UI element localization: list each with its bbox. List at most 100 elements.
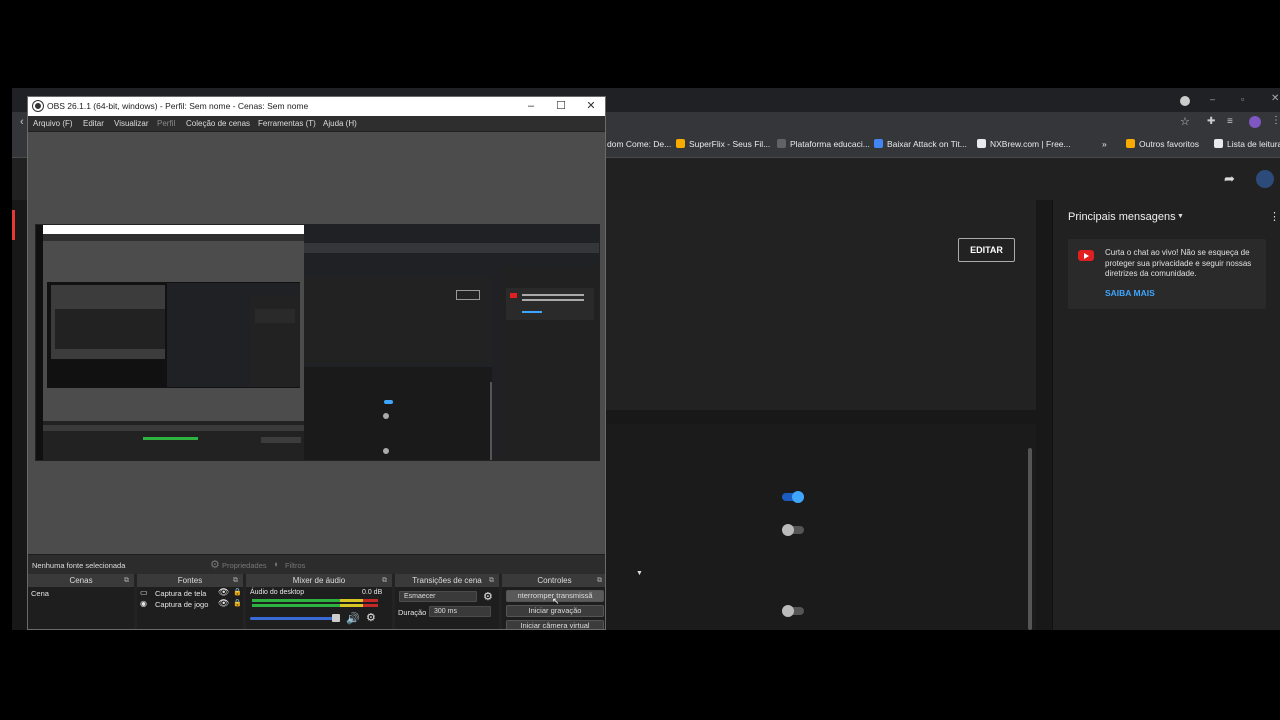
docks: Cenas ⧉ Cena Fontes ⧉ ▭ Captura de tela 👁 … <box>28 574 605 629</box>
no-source-label: Nenhuma fonte selecionada <box>32 561 126 570</box>
bookmark-item[interactable]: Plataforma educaci... <box>777 139 870 149</box>
properties-button[interactable]: Propriedades <box>222 561 267 570</box>
bookmark-icon <box>777 139 786 148</box>
media-icon[interactable]: ≡ <box>1227 116 1233 127</box>
menu-item[interactable]: Coleção de cenas <box>186 119 250 128</box>
chevron-down-icon[interactable]: ▼ <box>1177 213 1184 220</box>
toggle-on[interactable] <box>782 491 804 503</box>
bookmark-item[interactable]: NXBrew.com | Free... <box>977 139 1071 149</box>
preview-browser <box>304 225 599 460</box>
close-icon[interactable]: ✕ <box>576 98 605 115</box>
menu-item[interactable]: Ajuda (H) <box>323 119 357 128</box>
chat-title[interactable]: Principais mensagens <box>1068 211 1176 223</box>
undock-icon[interactable]: ⧉ <box>124 574 129 587</box>
menu-item[interactable]: Arquivo (F) <box>33 119 73 128</box>
bookmark-item[interactable]: » <box>1102 139 1107 149</box>
undock-icon[interactable]: ⧉ <box>597 574 602 587</box>
toggle-off[interactable] <box>782 605 804 617</box>
scenes-dock: Cenas ⧉ Cena <box>28 574 134 629</box>
extensions-icon[interactable]: ✚ <box>1207 116 1215 127</box>
speaker-icon[interactable]: 🔊 <box>346 612 360 625</box>
eye-icon[interactable]: 👁 <box>218 587 229 598</box>
menu-item[interactable]: Perfil <box>157 119 175 128</box>
back-icon[interactable]: ‹ <box>20 116 24 128</box>
youtube-icon <box>1078 250 1094 261</box>
learn-more-link[interactable]: SAIBA MAIS <box>1105 288 1155 298</box>
volume-slider-handle[interactable] <box>332 614 340 622</box>
bookmark-icon <box>874 139 883 148</box>
dropdown-arrow-icon[interactable]: ▼ <box>636 570 643 577</box>
bookmark-label: Outros favoritos <box>1139 139 1199 149</box>
gear-icon[interactable]: ⚙ <box>366 611 376 624</box>
preview-canvas[interactable] <box>35 224 600 461</box>
lock-icon[interactable]: 🔒 <box>233 599 242 607</box>
duration-input[interactable]: 300 ms <box>429 606 491 617</box>
volume-slider[interactable] <box>250 617 340 620</box>
stream-settings-panel: ▼ <box>606 424 1036 630</box>
menu-bar: Arquivo (F) Editar Visualizar Perfil Coleção… <box>28 116 605 132</box>
transitions-title: Transições de cena <box>412 576 482 585</box>
menu-item[interactable]: Visualizar <box>114 119 149 128</box>
gamepad-icon: ◉ <box>140 599 147 608</box>
maximize-icon[interactable]: ☐ <box>546 98 576 115</box>
maximize-icon[interactable]: ▫ <box>1241 94 1244 104</box>
filters-icon: ◐ <box>274 559 280 569</box>
gear-icon: ⚙ <box>210 559 220 571</box>
undock-icon[interactable]: ⧉ <box>382 574 387 587</box>
bookmark-icon <box>676 139 685 148</box>
avatar[interactable] <box>1256 170 1274 188</box>
bookmark-item[interactable]: Lista de leitura <box>1214 139 1280 149</box>
sources-title: Fontes <box>177 576 203 585</box>
extension-purple-icon[interactable] <box>1249 116 1261 128</box>
bookmark-label: Baixar Attack on Tit... <box>887 139 967 149</box>
red-accent-bar <box>12 210 15 240</box>
bookmark-item[interactable]: Baixar Attack on Tit... <box>874 139 967 149</box>
share-icon[interactable]: ➦ <box>1224 171 1235 187</box>
lock-icon[interactable]: 🔒 <box>233 588 242 596</box>
menu-item[interactable]: Ferramentas (T) <box>258 119 316 128</box>
mixer-title: Mixer de áudio <box>292 576 346 585</box>
window-title: OBS 26.1.1 (64-bit, windows) - Perfil: S… <box>47 101 309 111</box>
minimize-icon[interactable]: – <box>516 98 546 115</box>
bookmark-icon <box>977 139 986 148</box>
more-icon[interactable]: ⋮ <box>1269 210 1280 223</box>
bookmark-label: » <box>1102 139 1107 149</box>
obs-titlebar: OBS 26.1.1 (64-bit, windows) - Perfil: S… <box>28 97 605 116</box>
edit-button[interactable]: EDITAR <box>958 238 1015 262</box>
bookmark-item[interactable]: Outros favoritos <box>1126 139 1199 149</box>
source-item[interactable]: Captura de tela <box>155 589 206 598</box>
scenes-title: Cenas <box>69 576 93 585</box>
channel-level: 0.0 dB <box>362 589 383 596</box>
undock-icon[interactable]: ⧉ <box>233 574 238 587</box>
chat-panel: Principais mensagens ▼ ⋮ Curta o chat ao… <box>1052 200 1280 630</box>
transitions-dock: Transições de cena ⧉ Esmaecer ⚙ Duração 3… <box>395 574 499 629</box>
volume-meter <box>252 604 378 607</box>
chat-notice: Curta o chat ao vivo! Não se esqueça de … <box>1068 239 1266 309</box>
filters-button[interactable]: Filtros <box>285 561 305 570</box>
menu-icon[interactable]: ⋮ <box>1271 115 1280 126</box>
duration-label: Duração <box>398 608 427 617</box>
star-icon[interactable]: ☆ <box>1180 115 1190 128</box>
scrollbar[interactable] <box>1028 448 1032 630</box>
source-item[interactable]: Captura de jogo <box>155 600 208 609</box>
undock-icon[interactable]: ⧉ <box>489 574 494 587</box>
eye-icon[interactable]: 👁 <box>218 598 229 609</box>
bookmark-icon <box>1126 139 1135 148</box>
gear-icon[interactable]: ⚙ <box>483 590 493 603</box>
profile-icon[interactable] <box>1180 96 1190 106</box>
menu-item[interactable]: Editar <box>83 119 104 128</box>
sources-dock: Fontes ⧉ ▭ Captura de tela 👁 🔒 ◉ Captura … <box>137 574 243 629</box>
bookmark-label: dom Come: De... <box>607 139 672 149</box>
duration-value: 300 ms <box>434 608 457 615</box>
bookmark-icon <box>1214 139 1223 148</box>
transition-select[interactable]: Esmaecer <box>399 591 477 602</box>
mixer-dock: Mixer de áudio ⧉ Áudio do desktop 0.0 dB … <box>246 574 392 629</box>
close-icon[interactable]: ✕ <box>1271 93 1279 104</box>
start-virtual-camera-button[interactable]: Iniciar câmera virtual <box>506 620 604 629</box>
bookmark-item[interactable]: SuperFlix - Seus Fil... <box>676 139 770 149</box>
controls-dock: Controles ⧉ nterromper transmissã Iniciar… <box>502 574 605 629</box>
scene-item[interactable]: Cena <box>31 589 49 598</box>
minimize-icon[interactable]: – <box>1210 94 1215 104</box>
toggle-off[interactable] <box>782 524 804 536</box>
channel-name: Áudio do desktop <box>250 589 305 596</box>
